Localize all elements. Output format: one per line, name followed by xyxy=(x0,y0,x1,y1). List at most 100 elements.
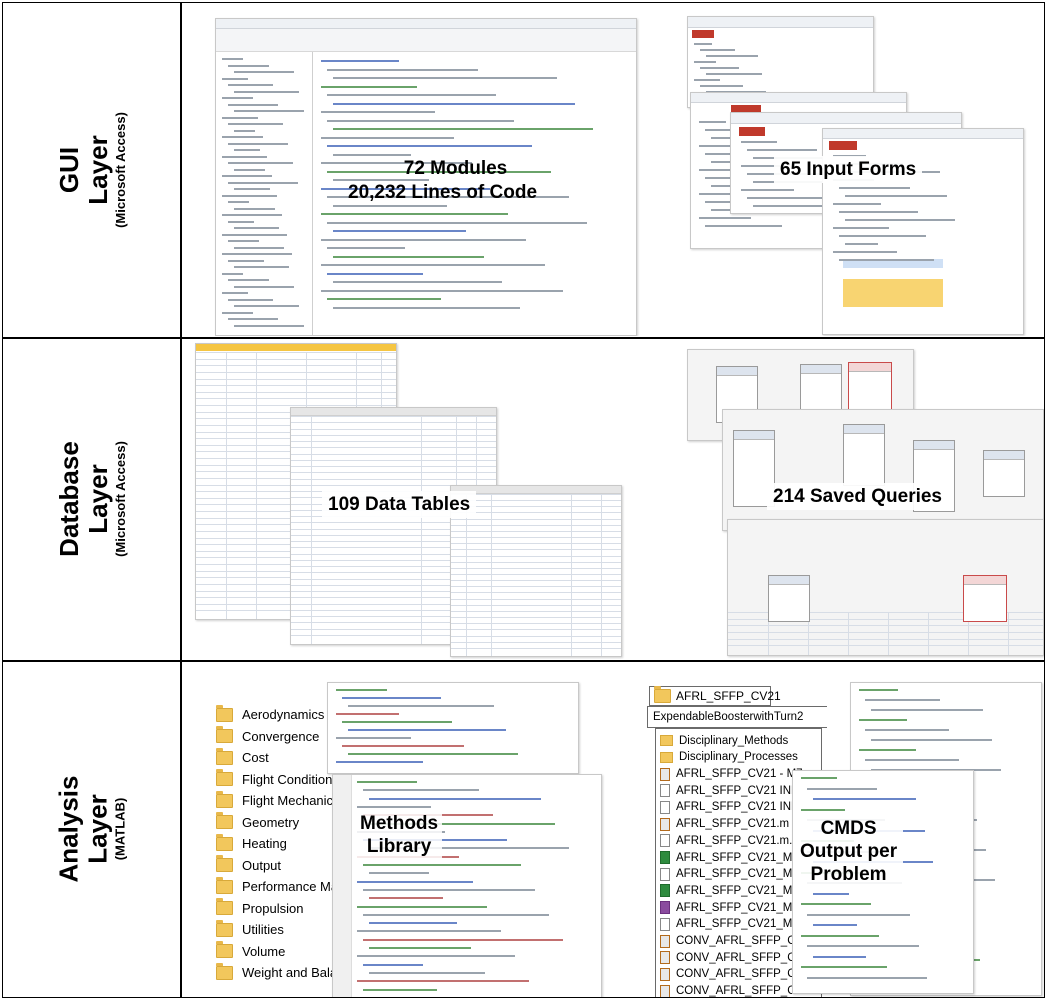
text-line xyxy=(333,281,502,283)
table-gridline xyxy=(451,647,621,649)
text-line xyxy=(833,203,881,205)
text-line xyxy=(228,64,269,67)
folder-icon xyxy=(216,898,233,915)
text-line xyxy=(348,705,494,707)
text-line xyxy=(234,285,294,288)
folder-item[interactable]: Propulsion xyxy=(216,898,303,919)
editor-toolbar xyxy=(216,29,636,52)
text-line xyxy=(369,797,541,800)
text-line xyxy=(363,864,521,866)
file-icon xyxy=(660,967,670,981)
layer-subtitle: (MATLAB) xyxy=(112,797,128,860)
database-layer-label: Database Layer (Microsoft Access) xyxy=(3,337,180,660)
text-line xyxy=(234,305,299,307)
folder-label: Aerodynamics xyxy=(242,707,325,722)
table-gridline xyxy=(848,612,849,655)
text-line xyxy=(336,737,411,739)
text-line xyxy=(747,197,833,199)
table-gridline xyxy=(291,447,496,449)
table-gridline xyxy=(311,416,312,644)
text-line xyxy=(222,214,282,216)
folder-item[interactable]: Utilities xyxy=(216,919,284,940)
text-line xyxy=(222,233,287,236)
text-line xyxy=(333,255,484,258)
text-line xyxy=(234,227,279,229)
folder-label: Volume xyxy=(242,943,286,959)
table-gridline xyxy=(451,561,621,563)
table-gridline xyxy=(466,494,467,656)
layer-title: Analysis xyxy=(53,775,84,882)
table-gridline xyxy=(451,610,621,612)
text-line xyxy=(357,805,431,808)
text-line xyxy=(699,217,751,219)
text-line xyxy=(833,227,889,229)
table-gridline xyxy=(291,416,496,417)
explorer-root: AFRL_SFFP_CV21 xyxy=(649,686,781,706)
text-line xyxy=(222,311,253,314)
text-line xyxy=(333,128,593,130)
text-line xyxy=(859,719,907,721)
folder-item[interactable]: Cost xyxy=(216,747,269,768)
table-gridline xyxy=(291,453,496,455)
folder-item[interactable]: Output xyxy=(216,855,281,876)
folder-item[interactable]: Geometry xyxy=(216,812,299,833)
text-line xyxy=(700,67,739,69)
folder-icon xyxy=(216,704,233,722)
text-line xyxy=(228,279,269,281)
text-line xyxy=(342,697,441,699)
text-line xyxy=(363,888,535,891)
matlab-code-screenshot-1 xyxy=(327,682,579,774)
cmds-line1: CMDS xyxy=(820,818,877,839)
table-gridline xyxy=(451,543,621,545)
table-gridline xyxy=(291,428,496,430)
text-line xyxy=(321,213,508,215)
text-line xyxy=(321,60,399,62)
text-line xyxy=(234,188,270,190)
folder-icon xyxy=(660,751,673,763)
folder-icon xyxy=(660,735,673,747)
text-line xyxy=(357,955,515,958)
layer-title-2: Layer xyxy=(82,463,113,534)
table-gridline xyxy=(291,441,496,442)
folder-item[interactable]: Flight Condition xyxy=(216,769,332,790)
text-line xyxy=(694,61,716,63)
text-line xyxy=(859,689,898,691)
text-line xyxy=(357,980,529,983)
text-line xyxy=(871,739,992,741)
text-line xyxy=(228,181,298,184)
text-line xyxy=(813,924,857,926)
text-line xyxy=(327,145,532,147)
folder-label: Output xyxy=(242,857,282,873)
explorer-root-label: AFRL_SFFP_CV21 xyxy=(676,689,781,703)
text-line xyxy=(222,272,243,275)
table-gridline xyxy=(451,549,621,551)
folder-label: Cost xyxy=(242,750,269,765)
editor-titlebar xyxy=(216,19,636,29)
text-line xyxy=(363,988,437,991)
table-gridline xyxy=(256,352,257,619)
folder-item[interactable]: Flight Mechanics xyxy=(216,790,340,811)
table-gridline xyxy=(451,586,621,588)
folder-icon xyxy=(216,812,233,829)
folder-item[interactable]: Convergence xyxy=(216,726,319,747)
folder-label: Heating xyxy=(242,836,287,851)
folder-item[interactable]: Volume xyxy=(216,941,285,962)
text-line xyxy=(333,153,411,156)
table-gridline xyxy=(451,555,621,557)
file-label: AFRL_SFFP_CV21.m.bak xyxy=(676,834,811,847)
text-line xyxy=(839,211,918,213)
layer-title: GUI xyxy=(53,146,84,194)
text-line xyxy=(839,187,910,189)
folder-icon xyxy=(216,769,233,786)
text-line xyxy=(228,318,278,320)
text-line xyxy=(234,168,265,171)
cmds-output-caption: CMDS Output per Problem xyxy=(794,817,904,886)
folder-item[interactable]: Aerodynamics xyxy=(216,704,324,725)
text-line xyxy=(801,808,845,811)
folder-item[interactable]: Heating xyxy=(216,833,287,854)
text-line xyxy=(228,84,273,86)
text-line xyxy=(234,207,275,210)
text-line xyxy=(222,136,263,138)
input-forms-caption: 65 Input Forms xyxy=(774,156,923,183)
text-line xyxy=(222,292,248,294)
